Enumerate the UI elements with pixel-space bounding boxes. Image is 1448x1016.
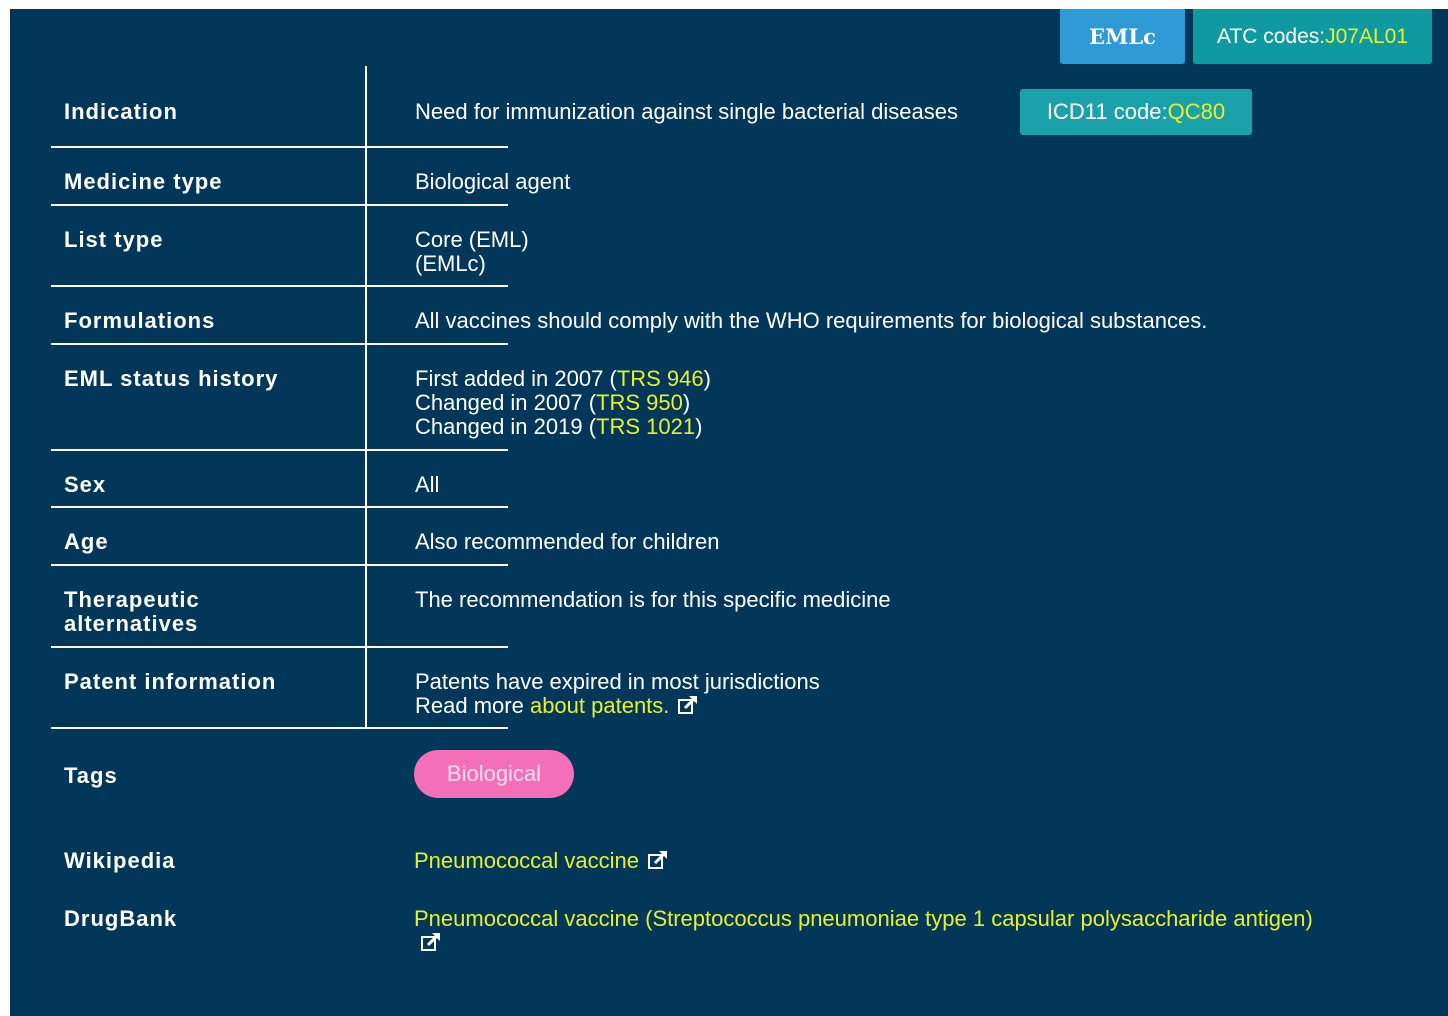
icd11-badge: ICD11 code: QC80 [1020,89,1252,135]
row-divider [51,285,508,287]
wikipedia-label: Wikipedia [64,848,176,873]
indication-label: Indication [64,99,178,124]
external-link-icon[interactable] [647,849,669,871]
status-history-label: EML status history [64,366,279,391]
formulations-value: All vaccines should comply with the WHO … [415,308,1208,333]
status-history-entry: First added in 2007 (TRS 946) [415,367,711,391]
patent-line: Patents have expired in most jurisdictio… [415,669,820,694]
row-divider [51,343,508,345]
medicine-type-value: Biological agent [415,169,571,194]
row-divider [51,146,508,148]
emlc-label: EMLc [1089,24,1156,49]
status-text: First added in 2007 ( [415,366,617,391]
row-divider [51,564,508,566]
patent-information-value: Patents have expired in most jurisdictio… [415,670,820,718]
column-divider [365,66,367,727]
list-type-line: (EMLc) [415,251,486,276]
atc-badge: ATC codes: J07AL01 [1193,9,1432,64]
row-divider [51,646,508,648]
age-value: Also recommended for children [415,529,720,554]
list-type-line: Core (EML) [415,227,529,252]
drugbank-label: DrugBank [64,906,178,931]
trs-link[interactable]: TRS 1021 [596,414,695,439]
status-close: ) [682,390,691,415]
external-link-icon[interactable] [420,931,442,953]
age-label: Age [64,529,109,554]
sex-value: All [415,472,440,497]
indication-value: Need for immunization against single bac… [415,99,958,124]
formulations-label: Formulations [64,308,216,333]
drugbank-value: Pneumococcal vaccine (Streptococcus pneu… [414,907,1313,955]
atc-prefix: ATC codes: [1216,24,1326,48]
status-history-entry: Changed in 2019 (TRS 1021) [415,415,711,439]
status-close: ) [695,414,703,439]
status-history-value: First added in 2007 (TRS 946) Changed in… [415,367,711,439]
tags-label: Tags [64,763,118,788]
medicine-type-label: Medicine type [64,169,223,194]
atc-code-link[interactable]: J07AL01 [1325,25,1408,49]
therapeutic-alternatives-value: The recommendation is for this specific … [415,587,891,612]
row-divider [51,727,508,729]
row-divider [51,506,508,508]
wikipedia-link[interactable]: Pneumococcal vaccine [414,848,639,873]
patent-read-more: Read more about patents. [415,694,820,718]
drugbank-icon-line [414,931,1313,955]
trs-link[interactable]: TRS 946 [617,366,704,391]
list-type-value: Core (EML) (EMLc) [415,228,529,276]
row-divider [51,449,508,451]
status-history-entry: Changed in 2007 (TRS 950) [415,391,711,415]
tag-biological[interactable]: Biological [414,750,574,798]
status-text: Changed in 2019 ( [415,414,597,439]
row-divider [51,204,508,206]
about-patents-link[interactable]: about patents. [530,693,669,718]
list-type-label: List type [64,227,164,252]
drugbank-link[interactable]: Pneumococcal vaccine (Streptococcus pneu… [414,907,1313,931]
therapeutic-alternatives-label: Therapeutic alternatives [64,588,200,636]
label-line: alternatives [64,611,199,636]
patent-information-label: Patent information [64,669,277,694]
label-line: Therapeutic [64,587,200,612]
external-link-icon[interactable] [677,694,699,716]
icd-code-link[interactable]: QC80 [1168,99,1225,125]
status-text: Changed in 2007 ( [415,390,597,415]
emlc-badge: EMLc [1060,9,1185,64]
trs-link[interactable]: TRS 950 [596,390,683,415]
icd-prefix: ICD11 code: [1046,99,1168,124]
read-more-text: Read more [415,693,530,718]
wikipedia-value: Pneumococcal vaccine [414,849,669,873]
sex-label: Sex [64,472,107,497]
medicine-details-panel: EMLc ATC codes: J07AL01 Indication Need … [10,9,1448,1016]
status-close: ) [703,366,711,391]
